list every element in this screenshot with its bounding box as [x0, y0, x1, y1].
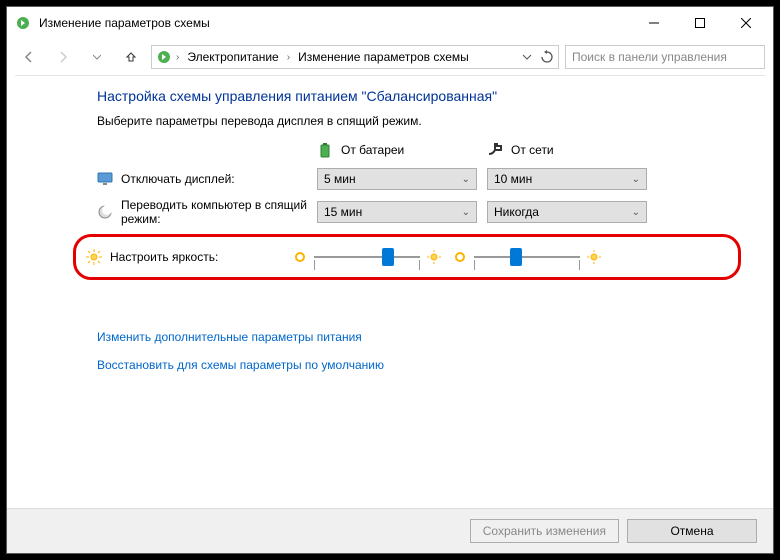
- row-brightness-highlight: Настроить яркость:: [73, 234, 741, 280]
- col-ac-label: От сети: [511, 143, 554, 157]
- recent-button[interactable]: [83, 43, 111, 71]
- power-source-header: От батареи От сети: [97, 142, 741, 158]
- app-icon: [15, 15, 31, 31]
- window-title: Изменение параметров схемы: [39, 16, 631, 30]
- display-off-ac-dropdown[interactable]: 10 мин⌄: [487, 168, 647, 190]
- search-input[interactable]: Поиск в панели управления: [565, 45, 765, 69]
- battery-icon: [317, 142, 333, 158]
- maximize-button[interactable]: [677, 8, 723, 38]
- brightness-icon: [86, 249, 102, 265]
- sun-bright-icon: [426, 249, 442, 265]
- breadcrumb-seg-1[interactable]: Электропитание: [183, 50, 282, 64]
- brightness-ac-slider[interactable]: [452, 245, 602, 269]
- sleep-battery-dropdown[interactable]: 15 мин⌄: [317, 201, 477, 223]
- refresh-icon[interactable]: [540, 50, 554, 64]
- sleep-ac-dropdown[interactable]: Никогда⌄: [487, 201, 647, 223]
- sun-dim-icon: [292, 249, 308, 265]
- brightness-battery-slider[interactable]: [292, 245, 442, 269]
- sun-bright-icon: [586, 249, 602, 265]
- moon-icon: [97, 204, 113, 220]
- chevron-down-icon: ⌄: [632, 174, 640, 185]
- cancel-button[interactable]: Отмена: [627, 519, 757, 543]
- links-section: Изменить дополнительные параметры питани…: [97, 330, 741, 372]
- breadcrumb-seg-2[interactable]: Изменение параметров схемы: [294, 50, 473, 64]
- chevron-right-icon: ›: [176, 52, 179, 63]
- restore-defaults-link[interactable]: Восстановить для схемы параметры по умол…: [97, 358, 741, 372]
- save-button[interactable]: Сохранить изменения: [470, 519, 619, 543]
- row-sleep: Переводить компьютер в спящий режим: 15 …: [97, 198, 741, 226]
- footer: Сохранить изменения Отмена: [7, 508, 773, 553]
- chevron-down-icon[interactable]: [522, 52, 532, 62]
- breadcrumb-bar[interactable]: › Электропитание › Изменение параметров …: [151, 45, 559, 69]
- back-button[interactable]: [15, 43, 43, 71]
- chevron-down-icon: ⌄: [462, 174, 470, 185]
- forward-button[interactable]: [49, 43, 77, 71]
- sun-dim-icon: [452, 249, 468, 265]
- row-display-off: Отключать дисплей: 5 мин⌄ 10 мин⌄: [97, 168, 741, 190]
- advanced-settings-link[interactable]: Изменить дополнительные параметры питани…: [97, 330, 741, 344]
- plug-icon: [487, 142, 503, 158]
- col-battery-label: От батареи: [341, 143, 404, 157]
- chevron-down-icon: ⌄: [632, 207, 640, 218]
- content-area: Настройка схемы управления питанием "Сба…: [7, 76, 773, 508]
- page-subtitle: Выберите параметры перевода дисплея в сп…: [97, 114, 741, 128]
- monitor-icon: [97, 171, 113, 187]
- breadcrumb-icon: [156, 49, 172, 65]
- navigation-row: › Электропитание › Изменение параметров …: [7, 39, 773, 75]
- titlebar: Изменение параметров схемы: [7, 7, 773, 39]
- page-title: Настройка схемы управления питанием "Сба…: [97, 88, 741, 104]
- row-sleep-label: Переводить компьютер в спящий режим:: [121, 198, 317, 226]
- row-display-label: Отключать дисплей:: [121, 172, 235, 186]
- up-button[interactable]: [117, 43, 145, 71]
- search-placeholder: Поиск в панели управления: [572, 50, 727, 64]
- close-button[interactable]: [723, 8, 769, 38]
- power-options-window: Изменение параметров схемы › Электропита…: [6, 6, 774, 554]
- display-off-battery-dropdown[interactable]: 5 мин⌄: [317, 168, 477, 190]
- minimize-button[interactable]: [631, 8, 677, 38]
- chevron-down-icon: ⌄: [462, 207, 470, 218]
- chevron-right-icon: ›: [287, 52, 290, 63]
- row-brightness-label: Настроить яркость:: [110, 250, 218, 264]
